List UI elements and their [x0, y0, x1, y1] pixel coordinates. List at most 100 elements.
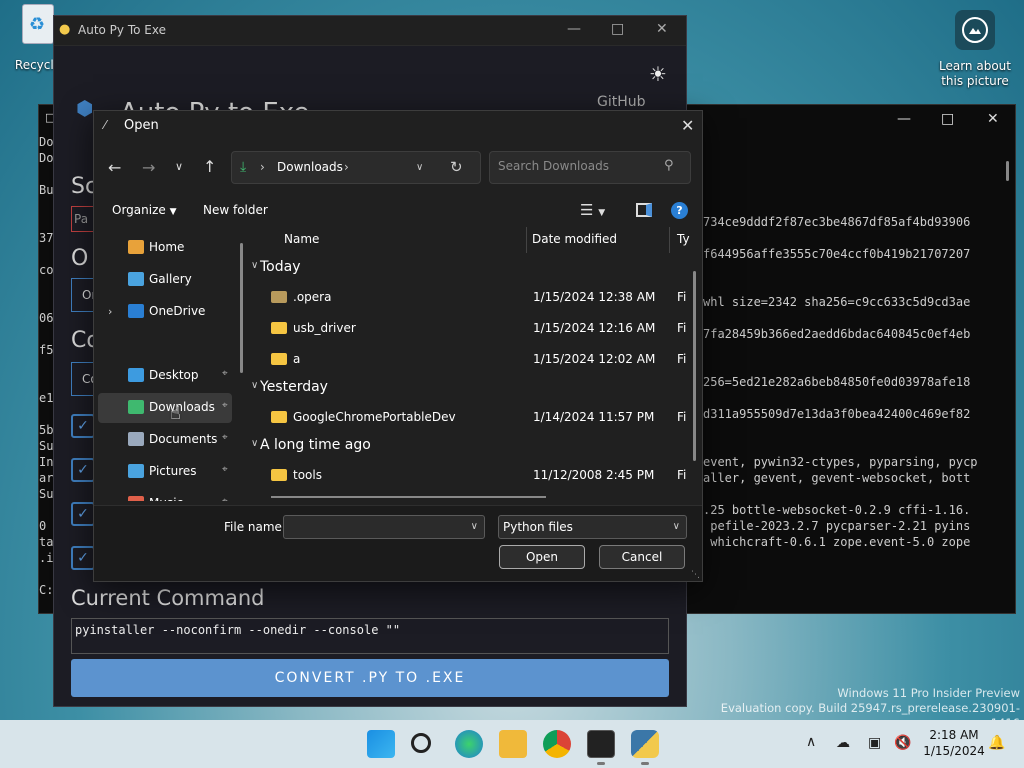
file-row[interactable]: tools 11/12/2008 2:45 PM Fi [271, 461, 691, 491]
search-icon[interactable] [411, 733, 431, 753]
edge-icon[interactable] [455, 730, 483, 758]
pictures-icon [128, 464, 144, 478]
file-name-input[interactable]: ∨ [283, 515, 485, 539]
nav-scrollbar[interactable] [240, 243, 243, 373]
search-box[interactable]: ⚲ [489, 151, 691, 184]
auto-py-titlebar[interactable]: ● Auto Py To Exe — □ ✕ [54, 16, 686, 46]
help-icon[interactable]: ? [671, 202, 688, 219]
terminal-icon[interactable] [587, 730, 615, 758]
column-divider[interactable] [526, 227, 527, 253]
network-icon[interactable]: ▣ [868, 735, 881, 751]
nav-item-label: Home [149, 240, 185, 254]
console-close-button[interactable]: ✕ [987, 111, 999, 127]
start-icon[interactable] [367, 730, 395, 758]
open-button[interactable]: Open [499, 545, 585, 569]
notification-bell-icon[interactable]: 🔔 [988, 735, 1005, 751]
file-row[interactable]: a 1/15/2024 12:02 AM Fi [271, 345, 691, 375]
preview-pane-icon[interactable] [636, 203, 652, 217]
nav-item-label: Music [149, 496, 183, 501]
show-hidden-icons-chevron-icon[interactable]: ∧ [806, 734, 816, 750]
advanced-expand-checkbox[interactable]: ✓ [71, 502, 95, 526]
onedrive-tray-icon[interactable]: ☁ [836, 735, 850, 751]
organize-menu[interactable]: Organize ▼ [112, 203, 177, 217]
nav-item-music[interactable]: Music ⌖ [98, 489, 232, 501]
new-folder-button[interactable]: New folder [203, 203, 268, 217]
address-dropdown-icon[interactable]: ∨ [416, 162, 423, 173]
group-header[interactable]: ∨ Yesterday [251, 379, 328, 395]
volume-muted-icon[interactable]: 🔇 [894, 735, 911, 751]
back-arrow-icon[interactable]: ← [108, 158, 121, 177]
hand-cursor-icon: ☝ [170, 403, 181, 424]
file-row[interactable]: .opera 1/15/2024 12:38 AM Fi [271, 283, 691, 313]
python-logo-large-icon: ⬢ [76, 96, 94, 120]
icon-section-expand-checkbox[interactable]: ✓ [71, 414, 95, 438]
console-maximize-button[interactable]: □ [941, 111, 954, 127]
forward-arrow-icon[interactable]: → [142, 158, 155, 177]
github-link[interactable]: GitHub [597, 94, 646, 110]
collapse-chevron-icon[interactable]: ∨ [251, 380, 258, 391]
settings-expand-checkbox[interactable]: ✓ [71, 546, 95, 570]
search-input[interactable] [498, 159, 658, 173]
console-scrollbar[interactable] [1006, 161, 1009, 181]
file-name-dropdown-icon[interactable]: ∨ [471, 516, 478, 538]
column-type[interactable]: Ty [677, 232, 690, 246]
auto-py-maximize-button[interactable]: □ [611, 21, 624, 37]
dialog-close-button[interactable]: ✕ [681, 116, 694, 135]
nav-item-gallery[interactable]: Gallery [98, 265, 232, 295]
column-date-modified[interactable]: Date modified [532, 232, 617, 246]
onefile-header: O [71, 246, 89, 271]
resize-grip-icon[interactable]: ⋱ [691, 570, 700, 580]
organize-label: Organize [112, 203, 166, 217]
taskbar-clock[interactable]: 2:18 AM 1/15/2024 [920, 727, 988, 759]
nav-item-desktop[interactable]: Desktop ⌖ [98, 361, 232, 391]
file-type-select[interactable]: Python files ∨ [498, 515, 687, 539]
nav-item-home[interactable]: Home [98, 233, 232, 263]
console-line: pefile-2023.2.7 pycparser-2.21 pyins [703, 519, 971, 533]
file-row[interactable]: usb_driver 1/15/2024 12:16 AM Fi [271, 314, 691, 344]
additional-files-expand-checkbox[interactable]: ✓ [71, 458, 95, 482]
cancel-button[interactable]: Cancel [599, 545, 685, 569]
file-row[interactable]: GoogleChromePortableDev 1/14/2024 11:57 P… [271, 403, 691, 433]
console-line: 37 [39, 231, 54, 245]
up-arrow-icon[interactable]: ↑ [203, 157, 216, 176]
file-explorer-icon[interactable] [499, 730, 527, 758]
clock-time: 2:18 AM [929, 728, 979, 742]
desktop-icon [128, 368, 144, 382]
downloads-icon: ⤓ [240, 159, 247, 175]
refresh-icon[interactable]: ↻ [450, 158, 463, 176]
taskbar: ∧ ☁ ▣ 🔇 2:18 AM 1/15/2024 🔔 [0, 720, 1024, 768]
column-divider[interactable] [669, 227, 670, 253]
nav-item-pictures[interactable]: Pictures ⌖ [98, 457, 232, 487]
nav-item-downloads[interactable]: Downloads ⌖ [98, 393, 232, 423]
theme-toggle-sun-icon[interactable]: ☀ [649, 62, 667, 86]
learn-about-picture-shortcut[interactable]: Learn about this picture [934, 10, 1016, 89]
file-list-vertical-scrollbar[interactable] [693, 271, 696, 461]
recent-locations-chevron-icon[interactable]: ∨ [175, 160, 183, 173]
auto-py-minimize-button[interactable]: — [567, 21, 581, 37]
convert-button[interactable]: CONVERT .PY TO .EXE [71, 659, 669, 697]
breadcrumb-downloads[interactable]: Downloads [277, 160, 343, 174]
collapse-chevron-icon[interactable]: ∨ [251, 438, 258, 449]
current-command-textarea[interactable]: pyinstaller --noconfirm --onedir --conso… [71, 618, 669, 654]
nav-item-documents[interactable]: Documents ⌖ [98, 425, 232, 455]
console-line: f644956affe3555c70e4ccf0b419b21707207 [703, 247, 971, 261]
file-type-dropdown-icon[interactable]: ∨ [673, 516, 680, 538]
console-minimize-button[interactable]: — [897, 111, 911, 127]
breadcrumb-chevron-icon[interactable]: › [344, 160, 349, 174]
file-type: Fi [677, 468, 687, 482]
chrome-icon[interactable] [543, 730, 571, 758]
python-icon[interactable] [631, 730, 659, 758]
column-name[interactable]: Name [284, 232, 319, 246]
collapse-chevron-icon[interactable]: ∨ [251, 260, 258, 271]
onedrive-expand-chevron-icon[interactable]: › [108, 305, 112, 318]
open-file-dialog[interactable]: ⁄ Open ✕ ← → ∨ ↑ ⤓ › Downloads › ∨ ↻ ⚲ O… [93, 110, 703, 582]
nav-item-onedrive[interactable]: OneDrive [98, 297, 232, 327]
address-bar[interactable]: ⤓ › Downloads › ∨ ↻ [231, 151, 481, 184]
view-options-icon[interactable]: ☰ ▼ [580, 201, 605, 219]
group-header[interactable]: ∨ Today [251, 259, 301, 275]
home-icon [128, 240, 144, 254]
file-list-horizontal-scrollbar[interactable] [271, 496, 546, 498]
auto-py-close-button[interactable]: ✕ [656, 21, 668, 37]
group-header[interactable]: ∨ A long time ago [251, 437, 371, 453]
group-label: Today [260, 259, 301, 275]
